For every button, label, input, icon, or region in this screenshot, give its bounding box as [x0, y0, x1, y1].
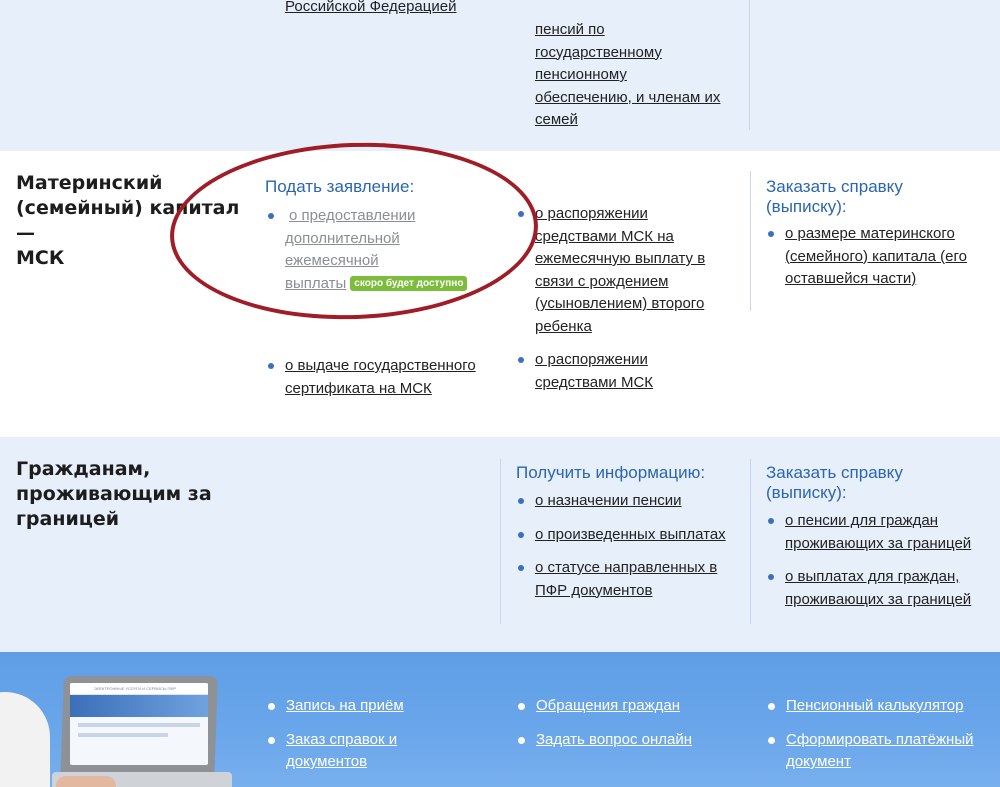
link-line[interactable]: о пенсии для граждан [785, 510, 997, 533]
title-line: МСК [16, 247, 65, 269]
link-with-badge[interactable]: выплаты скоро будет доступно [285, 273, 495, 296]
order-list: о пенсии для граждан проживающих за гран… [765, 510, 997, 611]
order-heading: Заказать справку (выписку): [766, 177, 986, 217]
link-ask-question[interactable]: Задать вопрос онлайн [536, 731, 692, 748]
msk-section: Материнский (семейный) капитал — МСК Под… [0, 151, 1000, 437]
laptop-screen: ЭЛЕКТРОННЫЕ УСЛУГИ И СЕРВИСЫ ПФР [70, 683, 208, 765]
apply-heading: Подать заявление: [265, 177, 415, 196]
link-payment-document[interactable]: документ [786, 753, 851, 770]
link-line[interactable]: средствами МСК на [535, 226, 745, 249]
link-line[interactable]: о предоставлении [285, 205, 495, 228]
link-line[interactable]: дополнительной [285, 228, 495, 251]
link-line[interactable]: о выплатах для граждан, [785, 566, 997, 589]
msk-col1-list: о предоставлении дополнительной ежемесяч… [265, 205, 495, 400]
link-line[interactable]: сертификата на МСК [285, 378, 495, 401]
link-line[interactable]: о размере материнского [785, 223, 995, 246]
abroad-section: Гражданам, проживающим за границей Получ… [0, 437, 1000, 652]
person-shoulder [0, 692, 50, 787]
list-item[interactable]: о пенсии для граждан проживающих за гран… [765, 510, 997, 555]
footer-col3: Пенсионный калькулятор Сформировать плат… [766, 695, 998, 774]
footer-col1: Запись на приём Заказ справок и документ… [266, 695, 496, 774]
msk-col3-list: о размере материнского (семейного) капит… [765, 223, 995, 291]
link-line[interactable]: проживающих за границей [785, 589, 997, 612]
heading-line: Заказать справку [766, 177, 903, 196]
title-line: Гражданам, [16, 458, 151, 480]
link-line[interactable]: о назначении пенсии [535, 490, 745, 513]
link-line[interactable]: выплаты [285, 275, 346, 292]
footer-col2: Обращения граждан Задать вопрос онлайн [516, 695, 746, 751]
link-line[interactable]: связи с рождением [535, 271, 745, 294]
title-line: (семейный) капитал — [16, 197, 240, 244]
link-order-docs[interactable]: документов [286, 753, 367, 770]
link-line[interactable]: государственному [535, 42, 745, 65]
link-line[interactable]: (усыновлением) второго [535, 293, 745, 316]
link-line[interactable]: проживающих за границей [785, 533, 997, 556]
link-line[interactable]: (семейного) капитала (его [785, 246, 995, 269]
footer-item[interactable]: Пенсионный калькулятор [766, 695, 998, 718]
link-citizen-appeals[interactable]: Обращения граждан [536, 697, 680, 714]
list-item[interactable]: о выдаче государственного сертификата на… [265, 355, 495, 400]
coming-soon-badge: скоро будет доступно [350, 275, 468, 291]
heading-line: Заказать справку [766, 463, 903, 482]
footer-item[interactable]: Обращения граждан [516, 695, 746, 718]
footer-item[interactable]: Заказ справок и документов [266, 729, 496, 774]
link-pension-family[interactable]: пенсий по государственному пенсионному о… [535, 19, 745, 132]
list-item[interactable]: о назначении пенсии [515, 490, 745, 513]
heading-line: (выписку): [766, 197, 847, 216]
column-divider [500, 459, 501, 624]
laptop-illustration: ЭЛЕКТРОННЫЕ УСЛУГИ И СЕРВИСЫ ПФР [0, 652, 240, 787]
screen-content [78, 723, 200, 727]
list-item[interactable]: о распоряжении средствами МСК на ежемеся… [515, 203, 745, 338]
screen-header: ЭЛЕКТРОННЫЕ УСЛУГИ И СЕРВИСЫ ПФР [70, 683, 208, 695]
link-line[interactable]: о распоряжении [535, 349, 745, 372]
hand [56, 776, 116, 787]
link-line[interactable]: пенсионному [535, 64, 745, 87]
link-line[interactable]: ПФР документов [535, 580, 745, 603]
screen-banner [70, 695, 208, 717]
top-section: Российской Федерацией пенсий по государс… [0, 0, 1000, 151]
footer-item[interactable]: Задать вопрос онлайн [516, 729, 746, 752]
link-line[interactable]: пенсий по [535, 19, 745, 42]
footer-item[interactable]: Сформировать платёжный документ [766, 729, 998, 774]
heading-line: (выписку): [766, 483, 847, 502]
title-line: проживающим за [16, 483, 212, 505]
list-item[interactable]: о распоряжении средствами МСК [515, 349, 745, 394]
screen-content [78, 733, 168, 737]
list-item[interactable]: о выплатах для граждан, проживающих за г… [765, 566, 997, 611]
info-heading: Получить информацию: [516, 463, 706, 482]
link-line[interactable]: ежемесячную выплату в [535, 248, 745, 271]
link-pension-calculator[interactable]: Пенсионный калькулятор [786, 697, 964, 714]
list-item[interactable]: о предоставлении дополнительной ежемесяч… [265, 205, 495, 295]
title-line: границей [16, 508, 120, 530]
msk-col2-list: о распоряжении средствами МСК на ежемеся… [515, 203, 745, 394]
link-russian-federation[interactable]: Российской Федерацией [285, 0, 456, 19]
link-line[interactable]: оставшейся части) [785, 268, 995, 291]
link-line[interactable]: семей [535, 109, 745, 132]
link-line[interactable]: средствами МСК [535, 372, 745, 395]
list-item[interactable]: о статусе направленных в ПФР документов [515, 557, 745, 602]
column-divider [750, 459, 751, 624]
link-line[interactable]: о статусе направленных в [535, 557, 745, 580]
title-line: Материнский [16, 172, 163, 194]
link-line[interactable]: о распоряжении [535, 203, 745, 226]
order-heading: Заказать справку (выписку): [766, 463, 986, 503]
column-divider [749, 0, 750, 130]
link-line[interactable]: о выдаче государственного [285, 355, 495, 378]
link-order-docs[interactable]: Заказ справок и [286, 731, 397, 748]
footer-services: ЭЛЕКТРОННЫЕ УСЛУГИ И СЕРВИСЫ ПФР Запись … [0, 652, 1000, 787]
column-divider [750, 171, 751, 311]
abroad-section-title: Гражданам, проживающим за границей [16, 457, 256, 532]
info-list: о назначении пенсии о произведенных выпл… [515, 490, 745, 602]
footer-item[interactable]: Запись на приём [266, 695, 496, 718]
link-payment-document[interactable]: Сформировать платёжный [786, 731, 973, 748]
link-line[interactable]: о произведенных выплатах [535, 524, 745, 547]
list-item[interactable]: о размере материнского (семейного) капит… [765, 223, 995, 291]
link-appointment[interactable]: Запись на приём [286, 697, 404, 714]
list-item[interactable]: о произведенных выплатах [515, 524, 745, 547]
link-line[interactable]: обеспечению, и членам их [535, 87, 745, 110]
link-line[interactable]: ребенка [535, 316, 745, 339]
link-line[interactable]: ежемесячной [285, 250, 495, 273]
msk-section-title: Материнский (семейный) капитал — МСК [16, 171, 256, 271]
